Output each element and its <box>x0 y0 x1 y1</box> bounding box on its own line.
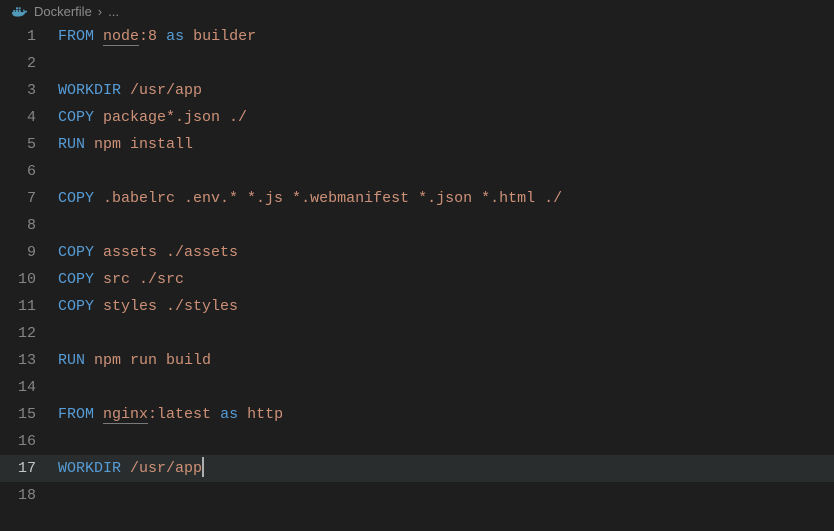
code-line[interactable]: 8 <box>0 212 834 239</box>
docker-icon <box>12 6 28 18</box>
code-line[interactable]: 11COPY styles ./styles <box>0 293 834 320</box>
code-content[interactable]: COPY package*.json ./ <box>58 104 247 131</box>
code-line[interactable]: 1FROM node:8 as builder <box>0 23 834 50</box>
code-content[interactable]: COPY src ./src <box>58 266 184 293</box>
line-number: 15 <box>0 401 58 428</box>
line-number: 12 <box>0 320 58 347</box>
code-line[interactable]: 10COPY src ./src <box>0 266 834 293</box>
code-line[interactable]: 5RUN npm install <box>0 131 834 158</box>
code-content[interactable]: COPY styles ./styles <box>58 293 238 320</box>
breadcrumb-rest[interactable]: ... <box>108 4 119 19</box>
code-content[interactable]: COPY assets ./assets <box>58 239 238 266</box>
code-content[interactable]: FROM nginx:latest as http <box>58 401 283 428</box>
code-content[interactable]: RUN npm run build <box>58 347 211 374</box>
line-number: 1 <box>0 23 58 50</box>
line-number: 14 <box>0 374 58 401</box>
code-line[interactable]: 18 <box>0 482 834 509</box>
code-content[interactable]: COPY .babelrc .env.* *.js *.webmanifest … <box>58 185 562 212</box>
code-line[interactable]: 2 <box>0 50 834 77</box>
line-number: 9 <box>0 239 58 266</box>
code-editor[interactable]: 1FROM node:8 as builder23WORKDIR /usr/ap… <box>0 23 834 509</box>
line-number: 17 <box>0 455 58 482</box>
code-line[interactable]: 16 <box>0 428 834 455</box>
line-number: 5 <box>0 131 58 158</box>
line-number: 2 <box>0 50 58 77</box>
code-content[interactable]: WORKDIR /usr/app <box>58 455 204 482</box>
code-line[interactable]: 7COPY .babelrc .env.* *.js *.webmanifest… <box>0 185 834 212</box>
line-number: 6 <box>0 158 58 185</box>
line-number: 13 <box>0 347 58 374</box>
code-content[interactable]: RUN npm install <box>58 131 193 158</box>
line-number: 16 <box>0 428 58 455</box>
line-number: 4 <box>0 104 58 131</box>
code-line[interactable]: 4COPY package*.json ./ <box>0 104 834 131</box>
code-line[interactable]: 3WORKDIR /usr/app <box>0 77 834 104</box>
line-number: 7 <box>0 185 58 212</box>
code-line[interactable]: 17WORKDIR /usr/app <box>0 455 834 482</box>
breadcrumb[interactable]: Dockerfile › ... <box>0 0 834 23</box>
line-number: 3 <box>0 77 58 104</box>
line-number: 10 <box>0 266 58 293</box>
code-line[interactable]: 12 <box>0 320 834 347</box>
code-line[interactable]: 15FROM nginx:latest as http <box>0 401 834 428</box>
text-cursor <box>202 457 204 477</box>
line-number: 11 <box>0 293 58 320</box>
line-number: 8 <box>0 212 58 239</box>
code-line[interactable]: 6 <box>0 158 834 185</box>
code-line[interactable]: 9COPY assets ./assets <box>0 239 834 266</box>
code-line[interactable]: 14 <box>0 374 834 401</box>
code-line[interactable]: 13RUN npm run build <box>0 347 834 374</box>
line-number: 18 <box>0 482 58 509</box>
chevron-right-icon: › <box>98 4 102 19</box>
code-content[interactable]: WORKDIR /usr/app <box>58 77 202 104</box>
code-content[interactable]: FROM node:8 as builder <box>58 23 256 50</box>
breadcrumb-file[interactable]: Dockerfile <box>34 4 92 19</box>
